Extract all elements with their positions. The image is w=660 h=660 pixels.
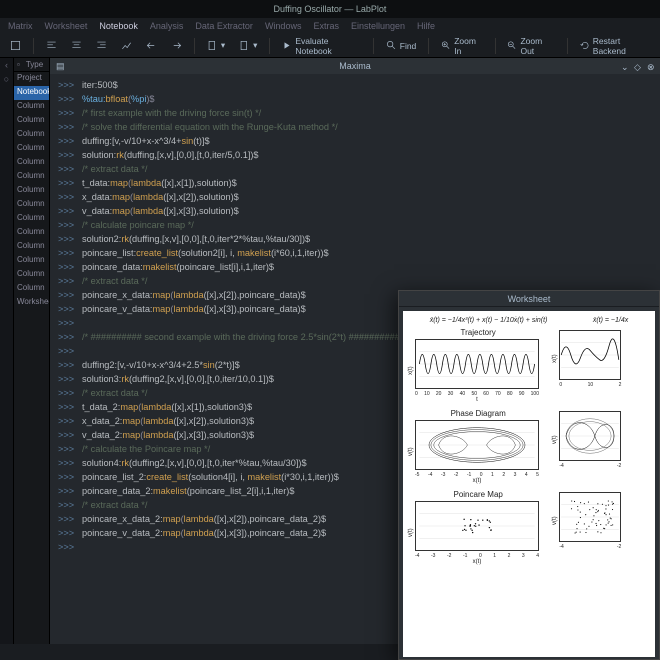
sidebar-item-column[interactable]: Column [14, 156, 49, 170]
sidebar-item-column[interactable]: Column [14, 268, 49, 282]
menu-analysis[interactable]: Analysis [150, 21, 184, 31]
minimize-icon[interactable]: ⌄ [621, 62, 630, 71]
restart-backend-button[interactable]: Restart Backend [576, 34, 654, 58]
align-left-icon[interactable] [42, 38, 61, 53]
notebook-title: Maxima [339, 61, 371, 71]
sidebar-item-column[interactable]: Column [14, 240, 49, 254]
sidebar-item-column[interactable]: Column [14, 128, 49, 142]
sidebar-col-type: Type [23, 58, 46, 71]
menu-matrix[interactable]: Matrix [8, 21, 33, 31]
sidebar-item-column[interactable]: Column [14, 198, 49, 212]
chart-icon[interactable] [117, 38, 136, 53]
undo-icon[interactable] [142, 38, 161, 53]
menu-notebook[interactable]: Notebook [99, 21, 138, 31]
worksheet-canvas: ẍ(t) = −1/4x³(t) + x(t) − 1/10ẋ(t) + sin… [403, 311, 655, 657]
sidebar-col-icon: ▫ [14, 58, 23, 71]
sidebar-item-column[interactable]: Column [14, 100, 49, 114]
find-button[interactable]: Find [382, 38, 421, 53]
plot-p6: v(t) -4-2 [551, 490, 651, 565]
sidebar-item-notebook[interactable]: Notebook [14, 86, 49, 100]
zoom-in-button[interactable]: Zoom In [437, 34, 486, 58]
sidebar-item-column[interactable]: Column [14, 254, 49, 268]
plot-p3: Phase Diagram v(t) -5-4-3-2-1012345 x(t) [407, 409, 549, 484]
menu-extras[interactable]: Extras [313, 21, 339, 31]
worksheet-title: Worksheet [399, 291, 659, 307]
sidebar-item-worksheet[interactable]: Worksheet [14, 296, 49, 310]
plot-p4: v(t) -4-2 [551, 409, 651, 484]
panel-icon[interactable]: ○ [0, 72, 13, 86]
menubar: Matrix Worksheet Notebook Analysis Data Extr… [0, 18, 660, 34]
sidebar-item-column[interactable]: Column [14, 170, 49, 184]
equation-1: ẍ(t) = −1/4x³(t) + x(t) − 1/10ẋ(t) + sin… [430, 317, 548, 324]
collapse-icon[interactable]: ‹ [0, 58, 13, 72]
menu-einstellungen[interactable]: Einstellungen [351, 21, 405, 31]
new-doc2-icon[interactable]: ▾ [235, 38, 261, 53]
sidebar-item-column[interactable]: Column [14, 226, 49, 240]
zoom-out-button[interactable]: Zoom Out [503, 34, 558, 58]
new-doc-icon[interactable]: ▾ [203, 38, 229, 53]
project-sidebar: ▫Type ProjectNotebookColumnColumnColumnC… [14, 58, 50, 644]
align-right-icon[interactable] [92, 38, 111, 53]
sidebar-item-column[interactable]: Column [14, 184, 49, 198]
menu-data extractor[interactable]: Data Extractor [195, 21, 253, 31]
menu-hilfe[interactable]: Hilfe [417, 21, 435, 31]
notebook-title-icon: ▤ [56, 61, 65, 72]
sidebar-item-column[interactable]: Column [14, 114, 49, 128]
evaluate-notebook-button[interactable]: Evaluate Notebook [278, 34, 365, 58]
plot-p2: x(t) 0102 [551, 328, 651, 403]
window-title: Duffing Oscillator — LabPlot [0, 0, 660, 18]
equation-2: ẍ(t) = −1/4x [593, 317, 628, 324]
menu-windows[interactable]: Windows [265, 21, 302, 31]
sidebar-item-column[interactable]: Column [14, 142, 49, 156]
plot-p5: Poincare Map v(t) -4-3-2-101234 x(t) [407, 490, 549, 565]
close-icon[interactable]: ⊗ [647, 62, 656, 71]
notebook-titlebar: ▤ Maxima ⌄ ◇ ⊗ [50, 58, 660, 74]
menu-worksheet[interactable]: Worksheet [45, 21, 88, 31]
toolbar: ▾ ▾ Evaluate Notebook Find Zoom In Zoom … [0, 34, 660, 58]
align-center-icon[interactable] [67, 38, 86, 53]
sidebar-item-column[interactable]: Column [14, 212, 49, 226]
worksheet-window[interactable]: Worksheet ẍ(t) = −1/4x³(t) + x(t) − 1/10… [398, 290, 660, 660]
sidebar-item-column[interactable]: Column [14, 282, 49, 296]
redo-icon[interactable] [167, 38, 186, 53]
left-bar: ‹ ○ [0, 58, 14, 644]
toolbar-icon[interactable] [6, 38, 25, 53]
maximize-icon[interactable]: ◇ [634, 62, 643, 71]
plot-p1: Trajectory x(t) 0102030405060708090100 t [407, 328, 549, 403]
sidebar-item-project[interactable]: Project [14, 72, 49, 86]
